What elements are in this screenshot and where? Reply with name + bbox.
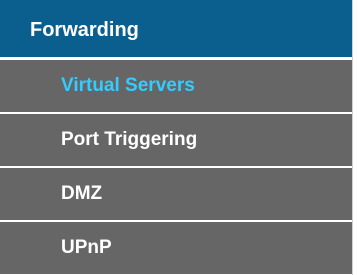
sidebar-item-dmz[interactable]: DMZ: [0, 167, 352, 221]
sidebar-section-label: Forwarding: [30, 19, 139, 41]
sidebar-section-forwarding[interactable]: Forwarding: [0, 0, 352, 59]
sidebar-menu: Forwarding Virtual Servers Port Triggeri…: [0, 0, 353, 275]
sidebar-item-upnp[interactable]: UPnP: [0, 221, 352, 275]
sidebar-item-label: DMZ: [61, 183, 103, 204]
sidebar-item-label: Port Triggering: [61, 129, 198, 150]
sidebar-item-port-triggering[interactable]: Port Triggering: [0, 113, 352, 167]
sidebar-item-label: UPnP: [61, 237, 112, 258]
sidebar-item-label: Virtual Servers: [61, 75, 195, 96]
sidebar-item-virtual-servers[interactable]: Virtual Servers: [0, 59, 352, 113]
